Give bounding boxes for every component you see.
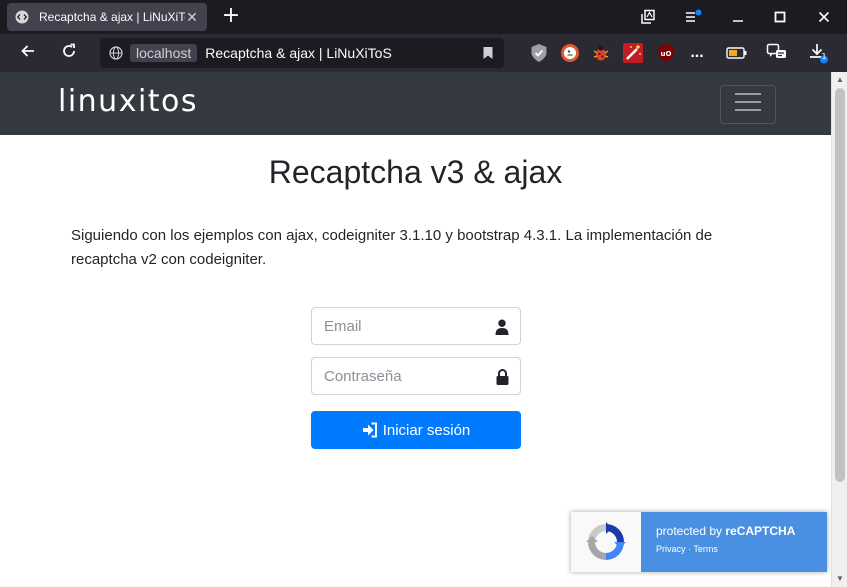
shield-icon[interactable] <box>528 42 550 64</box>
lock-icon <box>494 368 510 386</box>
recaptcha-privacy-link[interactable]: Privacy <box>656 544 686 554</box>
recaptcha-logo-icon <box>571 512 641 572</box>
recaptcha-links: Privacy · Terms <box>656 544 827 554</box>
reload-button[interactable] <box>55 39 83 67</box>
scroll-up-icon[interactable]: ▲ <box>832 72 847 88</box>
recaptcha-text: protected by reCAPTCHA Privacy · Terms <box>641 512 827 572</box>
email-input[interactable] <box>324 317 474 335</box>
intro-paragraph: Siguiendo con los ejemplos con ajax, cod… <box>71 227 713 268</box>
more-icon[interactable]: ... <box>686 42 708 64</box>
maximize-icon[interactable] <box>768 6 792 28</box>
battery-icon[interactable] <box>726 42 748 64</box>
tab-close-icon[interactable]: ✕ <box>185 9 199 26</box>
scroll-down-icon[interactable]: ▼ <box>832 571 847 587</box>
recaptcha-brand: reCAPTCHA <box>725 524 796 538</box>
reload-icon <box>61 43 77 64</box>
code-icon <box>15 10 29 24</box>
recaptcha-terms-link[interactable]: Terms <box>693 544 718 554</box>
bookmark-icon[interactable] <box>480 45 496 61</box>
user-icon <box>494 318 510 336</box>
duckduckgo-icon[interactable] <box>559 42 581 64</box>
back-button[interactable] <box>14 39 42 67</box>
scrollbar-thumb[interactable] <box>835 88 845 482</box>
recaptcha-protected-prefix: protected by <box>656 524 726 538</box>
sign-in-icon <box>362 422 378 438</box>
address-bar[interactable]: localhost Recaptcha & ajax | LiNuXiToS <box>100 38 504 68</box>
tab-list-icon[interactable] <box>681 6 705 28</box>
magic-wand-icon[interactable] <box>622 42 644 64</box>
email-field[interactable] <box>311 307 521 345</box>
download-icon[interactable]: 1 <box>807 42 829 64</box>
url-page-title: Recaptcha & ajax | LiNuXiToS <box>205 45 392 61</box>
new-tab-button[interactable]: + <box>220 5 242 29</box>
hamburger-icon <box>734 91 762 118</box>
browser-tab[interactable]: Recaptcha & ajax | LiNuXiToS ✕ <box>7 3 207 31</box>
chat-icon[interactable] <box>766 42 788 64</box>
password-input[interactable] <box>324 367 474 385</box>
tab-title: Recaptcha & ajax | LiNuXiToS <box>39 10 185 24</box>
recaptcha-badge[interactable]: protected by reCAPTCHA Privacy · Terms <box>571 512 827 572</box>
browser-tabstrip: Recaptcha & ajax | LiNuXiToS ✕ + <box>0 0 847 34</box>
minimize-icon[interactable] <box>726 6 750 28</box>
svg-text:uO: uO <box>661 50 672 58</box>
page-scrollbar[interactable]: ▲ ▼ <box>831 72 847 587</box>
collections-icon[interactable] <box>636 6 660 28</box>
globe-icon[interactable] <box>108 45 124 61</box>
page-viewport: linuxitos Recaptcha v3 & ajax Siguiendo … <box>0 72 831 587</box>
recaptcha-protected-text: protected by reCAPTCHA <box>656 524 827 538</box>
downloads-count-badge: 1 <box>821 52 827 61</box>
login-button-label: Iniciar sesión <box>382 421 471 439</box>
ublock-icon[interactable]: uO <box>655 42 677 64</box>
password-field[interactable] <box>311 357 521 395</box>
close-window-icon[interactable] <box>812 6 836 28</box>
login-button[interactable]: Iniciar sesión <box>311 411 521 449</box>
url-host: localhost <box>130 44 198 62</box>
browser-toolbar: localhost Recaptcha & ajax | LiNuXiToS u… <box>0 34 847 72</box>
site-logo[interactable]: linuxitos <box>58 84 198 119</box>
site-navbar: linuxitos <box>0 72 831 135</box>
navbar-toggle-button[interactable] <box>720 85 776 124</box>
arrow-left-icon <box>20 43 36 64</box>
page-title: Recaptcha v3 & ajax <box>268 154 563 190</box>
bug-icon[interactable] <box>590 42 612 64</box>
